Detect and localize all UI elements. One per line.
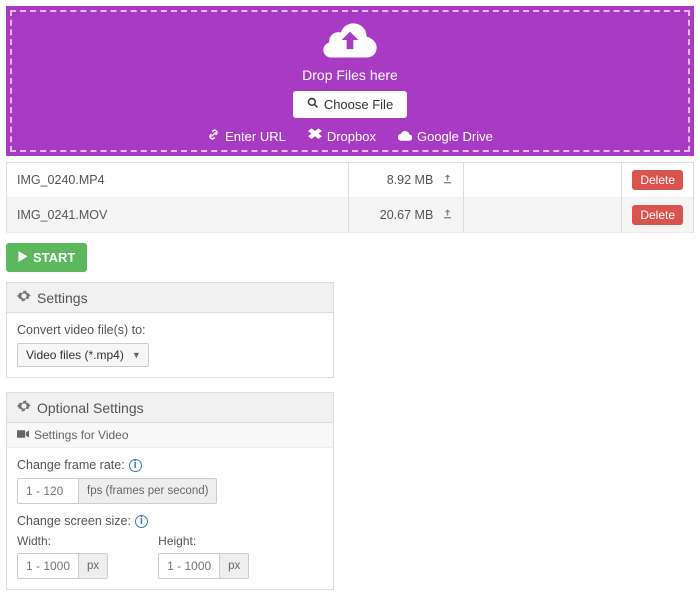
format-selected: Video files (*.mp4)	[17, 343, 149, 367]
height-input[interactable]	[159, 554, 219, 578]
start-row: START	[0, 233, 700, 282]
delete-button[interactable]: Delete	[632, 170, 683, 190]
search-icon	[307, 97, 319, 112]
file-size: 8.92 MB	[387, 173, 434, 187]
file-status	[463, 163, 622, 198]
width-input-group: px	[17, 553, 108, 579]
height-input-group: px	[158, 553, 249, 579]
chevron-down-icon: ▼	[132, 350, 141, 360]
height-label: Height:	[158, 534, 249, 548]
cloud-icon	[398, 129, 412, 144]
dropzone-title: Drop Files here	[302, 67, 398, 83]
gdrive-link[interactable]: Google Drive	[398, 128, 493, 144]
link-icon	[207, 128, 220, 144]
width-field: Width: px	[17, 534, 108, 579]
table-row: IMG_0241.MOV 20.67 MB Delete	[7, 198, 694, 233]
enter-url-label: Enter URL	[225, 129, 286, 144]
convert-label: Convert video file(s) to:	[17, 323, 323, 337]
video-subheading-row: Settings for Video	[7, 423, 333, 448]
info-icon[interactable]: i	[135, 515, 148, 528]
screen-size-label-row: Change screen size: i	[17, 514, 323, 528]
file-name: IMG_0241.MOV	[7, 198, 349, 233]
gear-icon	[17, 289, 31, 306]
width-label: Width:	[17, 534, 108, 548]
file-size-cell: 20.67 MB	[349, 198, 463, 233]
optional-heading: Optional Settings	[37, 400, 144, 416]
video-subheading: Settings for Video	[34, 428, 129, 442]
frame-rate-input-group: fps (frames per second)	[17, 478, 217, 504]
file-size-cell: 8.92 MB	[349, 163, 463, 198]
file-name: IMG_0240.MP4	[7, 163, 349, 198]
start-button[interactable]: START	[6, 243, 87, 272]
file-status	[463, 198, 622, 233]
width-input[interactable]	[18, 554, 78, 578]
height-unit: px	[219, 554, 248, 578]
upload-icon	[442, 173, 453, 187]
frame-rate-unit: fps (frames per second)	[78, 479, 216, 503]
file-actions: Delete	[622, 163, 694, 198]
delete-button[interactable]: Delete	[632, 205, 683, 225]
cloud-upload-icon	[322, 20, 378, 63]
dropbox-link[interactable]: Dropbox	[308, 128, 376, 144]
choose-file-button[interactable]: Choose File	[293, 91, 407, 118]
frame-rate-label-row: Change frame rate: i	[17, 458, 323, 472]
enter-url-link[interactable]: Enter URL	[207, 128, 286, 144]
height-field: Height: px	[158, 534, 249, 579]
format-select[interactable]: Video files (*.mp4) ▼	[17, 343, 149, 367]
settings-heading: Settings	[37, 290, 88, 306]
play-icon	[18, 250, 28, 265]
settings-heading-row: Settings	[7, 283, 333, 313]
file-size: 20.67 MB	[380, 208, 434, 222]
width-unit: px	[78, 554, 107, 578]
table-row: IMG_0240.MP4 8.92 MB Delete	[7, 163, 694, 198]
gear-icon	[17, 399, 31, 416]
frame-rate-label: Change frame rate:	[17, 458, 125, 472]
start-label: START	[33, 250, 75, 265]
dropbox-label: Dropbox	[327, 129, 376, 144]
dropbox-icon	[308, 128, 322, 144]
info-icon[interactable]: i	[129, 459, 142, 472]
choose-file-label: Choose File	[324, 97, 393, 112]
optional-settings-panel: Optional Settings Settings for Video Cha…	[6, 392, 334, 590]
screen-size-fields: Width: px Height: px	[17, 534, 323, 579]
frame-rate-input[interactable]	[18, 479, 78, 503]
file-table: IMG_0240.MP4 8.92 MB Delete IMG_0241.MOV…	[6, 162, 694, 233]
video-icon	[17, 428, 29, 442]
file-actions: Delete	[622, 198, 694, 233]
gdrive-label: Google Drive	[417, 129, 493, 144]
screen-size-label: Change screen size:	[17, 514, 131, 528]
optional-heading-row: Optional Settings	[7, 393, 333, 423]
source-row: Enter URL Dropbox Google Drive	[207, 128, 493, 144]
dropzone-inner[interactable]: Drop Files here Choose File Enter URL Dr…	[10, 10, 690, 152]
upload-icon	[442, 208, 453, 222]
settings-panel: Settings Convert video file(s) to: Video…	[6, 282, 334, 378]
dropzone[interactable]: Drop Files here Choose File Enter URL Dr…	[6, 6, 694, 156]
